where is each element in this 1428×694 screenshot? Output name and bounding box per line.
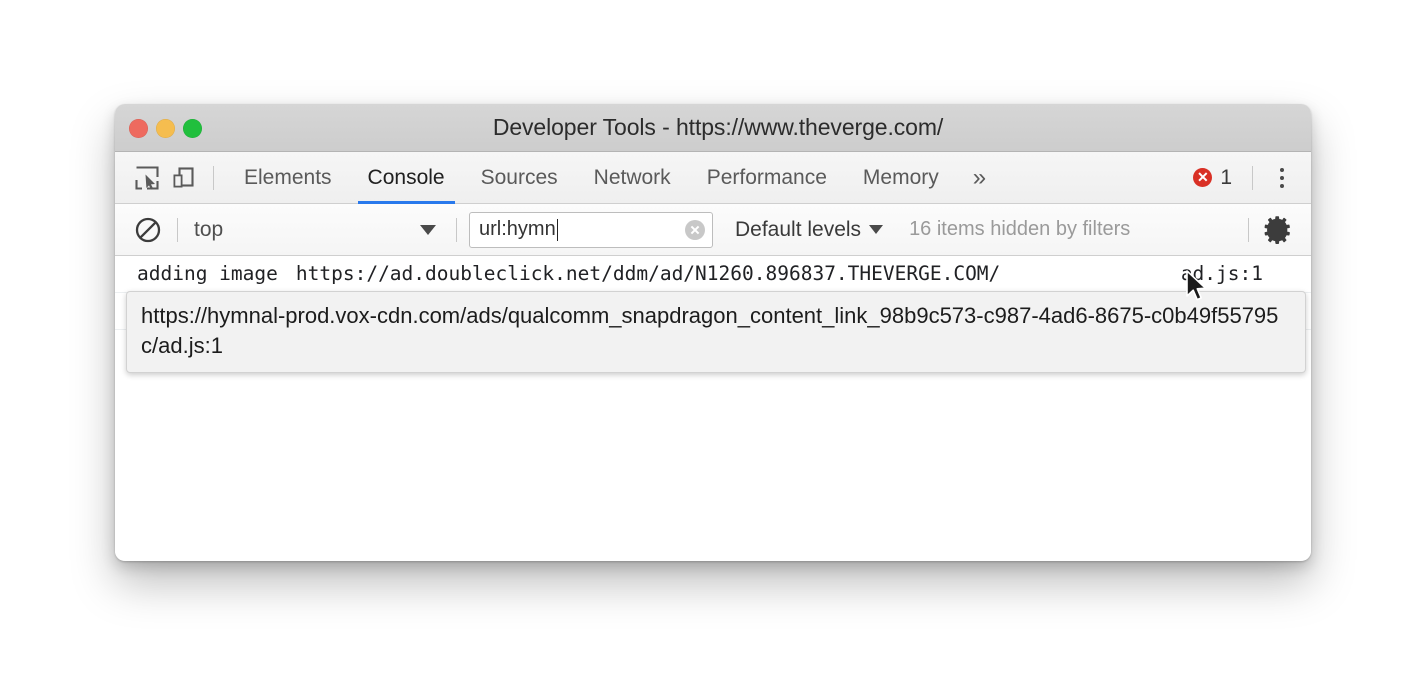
device-toolbar-icon	[173, 166, 194, 187]
window-titlebar: Developer Tools - https://www.theverge.c…	[115, 104, 1311, 152]
error-count-badge[interactable]: ✕ 1	[1185, 166, 1240, 190]
window-title: Developer Tools - https://www.theverge.c…	[492, 114, 944, 140]
kebab-dot	[1280, 167, 1284, 172]
console-filter-input[interactable]: url:hymn	[469, 211, 713, 248]
text-caret	[556, 218, 559, 241]
console-log-url[interactable]: https://ad.doubleclick.net/ddm/ad/N1260.…	[296, 259, 1000, 289]
clear-console-button[interactable]	[131, 213, 165, 247]
error-count-label: 1	[1220, 165, 1232, 189]
console-filter-value: url:hymn	[479, 218, 556, 240]
kebab-dot	[1280, 175, 1284, 180]
toolbar-divider	[213, 165, 214, 190]
tab-performance[interactable]: Performance	[689, 152, 845, 204]
tab-memory-label: Memory	[862, 165, 939, 189]
filterbar-divider	[456, 217, 457, 242]
link-url-tooltip: https://hymnal-prod.vox-cdn.com/ads/qual…	[126, 291, 1306, 373]
error-circle-icon: ✕	[1193, 168, 1213, 187]
tab-console[interactable]: Console	[350, 152, 463, 204]
tab-performance-label: Performance	[706, 165, 827, 189]
chevron-double-right-icon: »	[972, 163, 986, 191]
console-row-log[interactable]: adding image https://ad.doubleclick.net/…	[115, 256, 1311, 293]
panel-tabs: Elements Console Sources Network Perform…	[226, 152, 1000, 204]
execution-context-label: top	[194, 217, 224, 241]
devtools-tabstrip: Elements Console Sources Network Perform…	[115, 152, 1311, 204]
inspect-element-button[interactable]	[129, 160, 165, 196]
console-settings-button[interactable]	[1261, 212, 1297, 248]
tab-network[interactable]: Network	[576, 152, 689, 204]
filterbar-right-group	[1236, 212, 1311, 248]
execution-context-selector[interactable]: top	[190, 213, 444, 247]
filterbar-divider	[177, 217, 178, 242]
chevron-down-icon	[869, 225, 884, 234]
log-levels-label: Default levels	[735, 217, 862, 241]
minimize-window-button[interactable]	[156, 118, 175, 138]
tab-elements-label: Elements	[244, 165, 332, 189]
console-log-message: adding image	[137, 262, 278, 285]
console-filter-toolbar: top url:hymn Default levels 16 items hid…	[115, 204, 1311, 256]
maximize-window-button[interactable]	[183, 118, 202, 138]
tab-console-label: Console	[367, 165, 445, 189]
tab-elements[interactable]: Elements	[226, 152, 350, 204]
tab-sources[interactable]: Sources	[463, 152, 576, 204]
screenshot-canvas: Developer Tools - https://www.theverge.c…	[0, 0, 1428, 694]
tab-sources-label: Sources	[480, 165, 558, 189]
gear-icon	[1264, 215, 1290, 244]
tab-network-label: Network	[593, 165, 671, 189]
hidden-items-note: 16 items hidden by filters	[909, 218, 1131, 240]
tab-memory[interactable]: Memory	[845, 152, 957, 204]
tabstrip-divider	[1252, 165, 1253, 190]
close-icon	[690, 225, 700, 234]
log-levels-selector[interactable]: Default levels	[731, 213, 887, 247]
chevron-down-icon	[420, 224, 436, 235]
kebab-dot	[1280, 183, 1284, 188]
device-toolbar-button[interactable]	[165, 160, 201, 196]
more-tabs-button[interactable]: »	[957, 152, 1000, 204]
devtools-menu-button[interactable]	[1265, 161, 1299, 195]
close-window-button[interactable]	[129, 118, 148, 138]
console-log-source-link[interactable]: ad.js:1	[1181, 259, 1263, 289]
clear-console-icon	[135, 217, 161, 242]
tabstrip-right-group: ✕ 1	[1185, 152, 1311, 204]
inspect-element-icon	[135, 165, 159, 190]
clear-filter-icon[interactable]	[685, 219, 705, 240]
filterbar-divider	[1248, 217, 1249, 242]
traffic-light-group	[129, 104, 202, 152]
